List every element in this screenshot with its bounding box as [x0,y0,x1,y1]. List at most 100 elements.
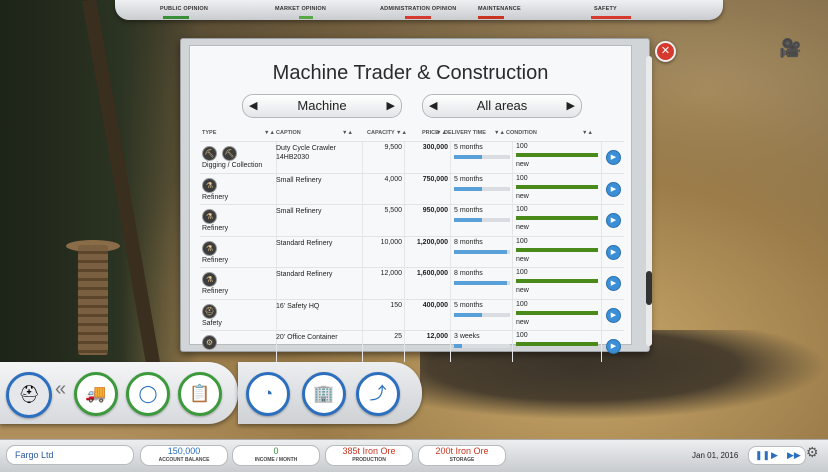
condition-status: new [516,161,529,168]
arrow-right-icon[interactable]: ▶ [387,99,395,112]
truck-icon: 🚚 [85,384,107,403]
gear-arc-icon: ◔ [262,384,274,403]
building-icon: 🏢 [313,384,335,403]
capacity-cell: 12,000 [380,270,402,277]
capacity-cell: 150 [390,301,402,309]
market-opinion-bar [299,16,313,19]
price-cell: 750,000 [422,175,448,183]
machine-type-selector[interactable]: ◀ Machine ▶ [242,94,402,118]
resources-button[interactable]: ◯ [126,372,170,416]
window-content: Machine Trader & Construction ◀ Machine … [189,45,652,362]
caption-cell: Duty Cycle Crawler 14HB2030 [276,145,336,161]
storage[interactable]: 200t Iron Ore STORAGE [418,445,506,466]
ramp-icon: ⤴ [369,384,387,403]
arrow-right-icon[interactable]: ▶ [567,99,575,112]
capacity-cell: 5,500 [384,207,402,214]
price-cell: 1,200,000 [416,238,448,246]
buy-arrow-icon[interactable]: ▶ [606,181,621,197]
buy-arrow-icon[interactable]: ▶ [606,276,621,291]
caption-cell: Standard Refinery [276,271,333,278]
play-icon[interactable]: ▶ [771,447,778,464]
price-cell: 1,600,000 [416,270,448,277]
caption-cell: 20' Office Container [276,334,338,341]
table-row[interactable]: ⚗ Refinery Standard Refinery 10,000 1,200,00… [200,235,624,268]
condition-bar [516,184,598,189]
avatar-helmet-button[interactable]: ⛑ [6,372,52,418]
condition-bar [516,279,598,283]
window-title: Machine Trader & Construction [272,62,549,84]
delivery-bar [454,281,508,285]
safety-label: SAFETY [594,6,617,12]
condition-status: new [516,255,529,263]
delivery-bar [454,155,482,159]
caption-cell: Small Refinery [276,208,322,215]
delivery-bar [454,249,508,254]
table-row[interactable]: ⚗ Refinery Standard Refinery 12,000 1,600,00… [200,267,624,299]
balance-label: ACCOUNT BALANCE [158,457,210,463]
condition-bar [516,310,598,315]
table-row[interactable]: ⛏ ⛏ Digging / Collection Duty Cycle Crawler… [200,141,624,173]
fast-forward-icon[interactable]: ▶▶ [787,447,801,464]
condition-value: 100 [516,174,528,182]
maintenance-label: MAINTENANCE [478,6,521,12]
settings-gear-icon[interactable]: ⚙ [806,444,819,461]
income-month[interactable]: 0 INCOME / MONTH [232,445,320,466]
table-row[interactable]: ⚗ Refinery Small Refinery 5,500 950,000 5 mon… [200,204,624,236]
machine-type-icon: ⛑ [202,303,217,319]
scrollbar-thumb[interactable] [646,271,652,305]
machine-type-icon: ⛏ [202,146,217,161]
chevron-left-icon[interactable]: « [55,378,66,401]
buy-arrow-icon[interactable]: ▶ [606,213,621,228]
buy-arrow-icon[interactable]: ▶ [606,244,621,260]
condition-value: 100 [516,237,528,245]
delivery-cell: 5 months [454,301,483,309]
account-balance[interactable]: 150,000 ACCOUNT BALANCE [140,445,228,466]
delivery-bar [454,186,482,191]
price-cell: 12,000 [426,333,448,340]
construction-button[interactable]: ⤴ [356,372,400,416]
table-row[interactable]: ⚙ 20' Office Container 25 12,000 3 weeks 100 ▶ [200,330,624,362]
production[interactable]: 385t Iron Ore PRODUCTION [325,445,413,466]
table-row[interactable]: ⛑ Safety 16' Safety HQ 150 400,000 5 months 10… [200,298,624,331]
area-selector[interactable]: ◀ All areas ▶ [422,94,582,118]
condition-bar [516,153,598,157]
buy-arrow-icon[interactable]: ▶ [606,339,621,354]
delivery-bar-track [454,344,510,348]
delivery-cell: 5 months [454,175,483,183]
clipboard-icon: 📋 [189,384,211,403]
storage-value: 200t Iron Ore [435,446,489,456]
table-row[interactable]: ⚗ Refinery Small Refinery 4,000 750,000 5 mon… [200,172,624,205]
condition-value: 100 [516,206,528,213]
delivery-bar [454,218,482,222]
machinery-button[interactable]: ◔ [246,372,290,416]
company-name[interactable]: Fargo Ltd [6,445,134,465]
capacity-cell: 9,500 [384,144,402,151]
machine-type-icon: ⚗ [202,240,217,256]
buy-arrow-icon[interactable]: ▶ [606,150,621,165]
close-icon[interactable]: ✕ [655,41,676,62]
helmet-icon: ⛑ [18,385,40,404]
chimney-structure [78,245,108,355]
condition-status: new [516,318,529,326]
capacity-cell: 4,000 [384,175,402,183]
machine-type-icon: ⚗ [202,209,217,224]
condition-value: 100 [516,300,528,308]
condition-status: new [516,192,529,200]
type-label: Safety [202,319,222,327]
buildings-button[interactable]: 🏢 [302,372,346,416]
public-opinion-label: PUBLIC OPINION [160,6,209,12]
pause-icon[interactable]: ❚❚ [755,447,770,464]
vehicles-button[interactable]: 🚚 [74,372,118,416]
type-label: Refinery [202,288,229,295]
delivery-bar [454,312,482,317]
market-opinion-label: MARKET OPINION [275,6,327,12]
camera-icon[interactable]: 🎥 [779,38,801,59]
buy-arrow-icon[interactable]: ▶ [606,307,621,323]
balance-value: 150,000 [167,446,201,456]
reports-button[interactable]: 📋 [178,372,222,416]
administration-opinion-bar [405,16,431,19]
game-date: Jan 01, 2016 [692,451,739,460]
production-label: PRODUCTION [352,457,386,463]
condition-value: 100 [516,269,528,276]
area-value: All areas [476,98,528,113]
